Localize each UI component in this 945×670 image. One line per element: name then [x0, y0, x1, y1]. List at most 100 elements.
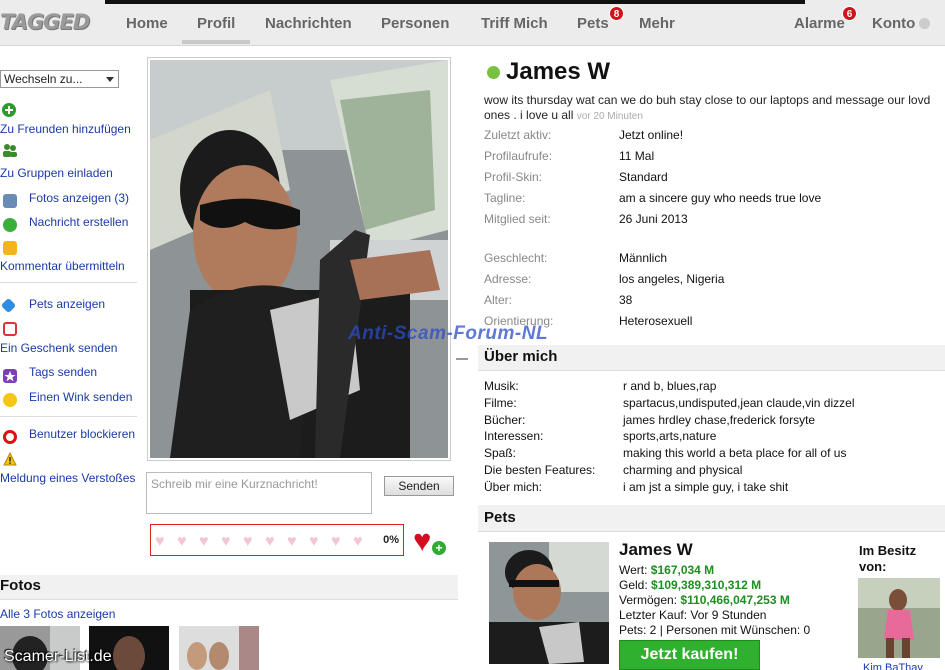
- invite-groups-link[interactable]: Zu Gruppen einladen: [0, 166, 113, 180]
- tagged-logo[interactable]: TAGGED: [0, 10, 90, 34]
- smiley-icon: [3, 393, 17, 407]
- about-label: Die besten Features:: [484, 463, 596, 477]
- top-banner-strip: [105, 0, 805, 4]
- konto-dropdown-icon: [919, 18, 931, 29]
- plus-icon: +: [432, 541, 446, 555]
- buy-now-button[interactable]: Jetzt kaufen!: [619, 640, 760, 670]
- about-label: Spaß:: [484, 446, 517, 460]
- submit-comment-link[interactable]: Kommentar übermitteln: [0, 259, 125, 273]
- online-status-icon: [487, 66, 500, 79]
- owner-photo-image: [858, 578, 940, 658]
- collapse-dash-icon[interactable]: [456, 358, 468, 360]
- short-message-input[interactable]: Schreib mir eine Kurznachricht!: [146, 472, 372, 514]
- about-value: i am jst a simple guy, i take shit: [623, 480, 789, 494]
- heart-meter[interactable]: ♥ ♥ ♥ ♥ ♥ ♥ ♥ ♥ ♥ ♥ 0%: [150, 524, 404, 556]
- heart-meter-percent: 0%: [383, 534, 399, 546]
- pet-last-purchase: Letzter Kauf: Vor 9 Stunden: [619, 608, 767, 622]
- nav-pets[interactable]: Pets: [577, 15, 609, 32]
- comment-icon: [3, 241, 17, 255]
- about-value: r and b, blues,rap: [623, 379, 717, 393]
- nav-nachrichten[interactable]: Nachrichten: [265, 15, 352, 32]
- pet-assets-row: Vermögen: $110,466,047,253 M: [619, 593, 790, 607]
- profile-name: James W: [506, 58, 611, 85]
- nav-home[interactable]: Home: [126, 15, 168, 32]
- about-label: Interessen:: [484, 429, 544, 443]
- alarme-notification-badge: 6: [842, 6, 857, 21]
- about-label: Über mich:: [484, 480, 543, 494]
- detail-value: Männlich: [619, 251, 668, 265]
- thumbnail-image: [179, 626, 259, 670]
- pets-section-header: Pets: [478, 505, 945, 532]
- plus-glyph: [5, 106, 13, 114]
- pet-cash-label: Geld:: [619, 578, 648, 592]
- send-tags-link[interactable]: Tags senden: [29, 365, 97, 379]
- divider: [0, 416, 137, 417]
- block-icon: [3, 430, 17, 444]
- divider: [0, 282, 137, 283]
- write-message-link[interactable]: Nachricht erstellen: [29, 215, 128, 229]
- star-glyph: [4, 371, 16, 382]
- warning-icon: [3, 451, 17, 466]
- detail-value: Jetzt online!: [619, 128, 684, 142]
- owner-photo[interactable]: [858, 578, 940, 658]
- pet-photo[interactable]: [489, 542, 609, 664]
- nav-alarme[interactable]: Alarme: [794, 15, 845, 32]
- send-button[interactable]: Senden: [384, 476, 454, 496]
- tag-icon: [0, 297, 17, 314]
- nav-konto[interactable]: Konto: [872, 15, 931, 32]
- switch-to-value: Wechseln zu...: [4, 72, 83, 86]
- add-friend-link[interactable]: Zu Freunden hinzufügen: [0, 122, 131, 136]
- heart-icon: ♥: [353, 533, 363, 550]
- heart-icon: ♥: [155, 533, 165, 550]
- heart-icon: ♥: [331, 533, 341, 550]
- status-text: wow its thursday wat can we do buh stay …: [484, 93, 931, 122]
- about-value: sports,arts,nature: [623, 429, 717, 443]
- detail-label: Zuletzt aktiv:: [484, 128, 552, 142]
- about-section-header: Über mich: [478, 345, 945, 371]
- konto-label: Konto: [872, 15, 916, 32]
- nav-triff-mich[interactable]: Triff Mich: [481, 15, 548, 32]
- pet-assets: $110,466,047,253 M: [680, 593, 790, 607]
- profile-photo[interactable]: [147, 57, 451, 461]
- detail-value: Heterosexuell: [619, 314, 693, 328]
- owner-label: Im Besitz von:: [859, 543, 917, 574]
- detail-label: Profil-Skin:: [484, 170, 543, 184]
- show-pets-link[interactable]: Pets anzeigen: [29, 297, 105, 311]
- pet-cash-row: Geld: $109,389,310,312 M: [619, 578, 761, 592]
- send-gift-link[interactable]: Ein Geschenk senden: [0, 341, 117, 355]
- chevron-down-icon: [106, 77, 114, 82]
- report-violation-link[interactable]: Meldung eines Verstoßes: [0, 471, 135, 485]
- nav-profil[interactable]: Profil: [197, 15, 235, 32]
- nav-personen[interactable]: Personen: [381, 15, 449, 32]
- pet-assets-label: Vermögen:: [619, 593, 678, 607]
- detail-label: Orientierung:: [484, 314, 554, 328]
- owner-name-link[interactable]: Kim BaThav: [863, 662, 923, 670]
- send-wink-link[interactable]: Einen Wink senden: [29, 390, 132, 404]
- heart-icon: ♥: [243, 533, 253, 550]
- nav-active-indicator: [182, 40, 250, 44]
- fotos-title: Fotos: [0, 577, 41, 594]
- top-navigation-bar: TAGGED Home Profil Nachrichten Personen …: [0, 0, 945, 46]
- about-value: charming and physical: [623, 463, 743, 477]
- heart-icon: ♥: [287, 533, 297, 550]
- block-user-link[interactable]: Benutzer blockieren: [29, 427, 135, 441]
- add-heart-icon[interactable]: ♥: [413, 524, 431, 558]
- detail-value: am a sincere guy who needs true love: [619, 191, 822, 205]
- pets-title: Pets: [484, 509, 516, 526]
- heart-icon: ♥: [309, 533, 319, 550]
- nav-mehr[interactable]: Mehr: [639, 15, 675, 32]
- pet-value-row: Wert: $167,034 M: [619, 563, 714, 577]
- show-photos-link[interactable]: Fotos anzeigen (3): [29, 191, 129, 205]
- pet-name[interactable]: James W: [619, 540, 693, 560]
- detail-value: 38: [619, 293, 633, 307]
- status-timestamp: vor 20 Minuten: [576, 111, 643, 122]
- all-photos-link[interactable]: Alle 3 Fotos anzeigen: [0, 607, 115, 621]
- photo-thumbnail[interactable]: [179, 626, 259, 670]
- camera-icon: [3, 194, 17, 208]
- switch-to-select[interactable]: Wechseln zu...: [0, 70, 119, 88]
- pet-cash: $109,389,310,312 M: [651, 578, 762, 592]
- status-message: wow its thursday wat can we do buh stay …: [484, 93, 934, 124]
- chat-bubble-icon: [3, 218, 17, 232]
- add-friend-icon: [2, 103, 16, 117]
- about-value: james hrdley chase,frederick forsyte: [623, 413, 816, 427]
